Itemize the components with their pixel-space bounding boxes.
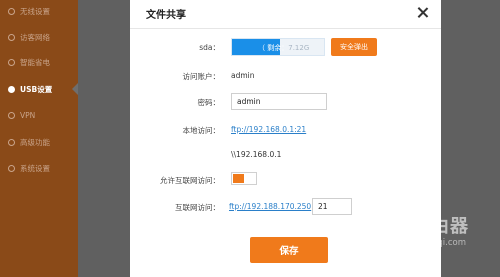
active-indicator-arrow [72, 83, 78, 95]
allow-internet-toggle[interactable] [231, 172, 257, 185]
advanced-icon [8, 138, 15, 146]
local-access-label: 本地访问： [182, 126, 221, 135]
password-input[interactable]: admin [231, 93, 327, 110]
sidebar-item-usb[interactable]: USB设置 [8, 82, 52, 96]
router-logo-icon [360, 212, 404, 256]
sidebar-item-guest[interactable]: 访客网络 [8, 30, 50, 44]
sidebar-item-advanced[interactable]: 高级功能 [8, 135, 50, 149]
sidebar: 无线设置 访客网络 智能省电 USB设置 VPN 高级功能 系统设置 [0, 0, 78, 277]
sidebar-item-wireless[interactable]: 无线设置 [8, 4, 50, 18]
wifi-icon [8, 7, 15, 15]
account-label: 访问账户： [182, 72, 221, 81]
storage-usage-bar: （ 剩余：7.12G [231, 38, 325, 56]
local-ftp-link[interactable]: ftp://192.168.0.1:21 [231, 125, 306, 134]
allow-internet-label: 允许互联网访问： [160, 176, 220, 185]
sidebar-item-power-save[interactable]: 智能省电 [8, 55, 50, 69]
local-unc-path: \\192.168.0.1 [231, 150, 282, 159]
toggle-knob [233, 174, 244, 183]
password-label: 密码： [197, 98, 221, 107]
close-icon[interactable] [416, 6, 430, 20]
usb-icon [8, 85, 15, 93]
account-value: admin [231, 71, 255, 80]
power-icon [8, 58, 15, 66]
guest-icon [8, 33, 15, 41]
sda-label: sda： [199, 43, 220, 52]
sidebar-item-vpn[interactable]: VPN [8, 108, 35, 122]
safe-eject-button[interactable]: 安全弹出 [331, 38, 377, 56]
internet-ftp-link[interactable]: ftp://192.188.170.250 [229, 202, 311, 211]
storage-text: （ 剩余：7.12G [258, 44, 310, 52]
sidebar-item-system[interactable]: 系统设置 [8, 161, 50, 175]
watermark-logo: 路由器 luyouqi.com [360, 208, 500, 258]
internet-access-label: 互联网访问： [175, 203, 220, 212]
internet-port-input[interactable]: 21 [312, 198, 352, 215]
system-icon [8, 164, 15, 172]
title-divider [130, 28, 441, 29]
vpn-icon [8, 111, 15, 119]
dialog-title: 文件共享 [146, 10, 186, 21]
save-button[interactable]: 保存 [250, 237, 328, 263]
